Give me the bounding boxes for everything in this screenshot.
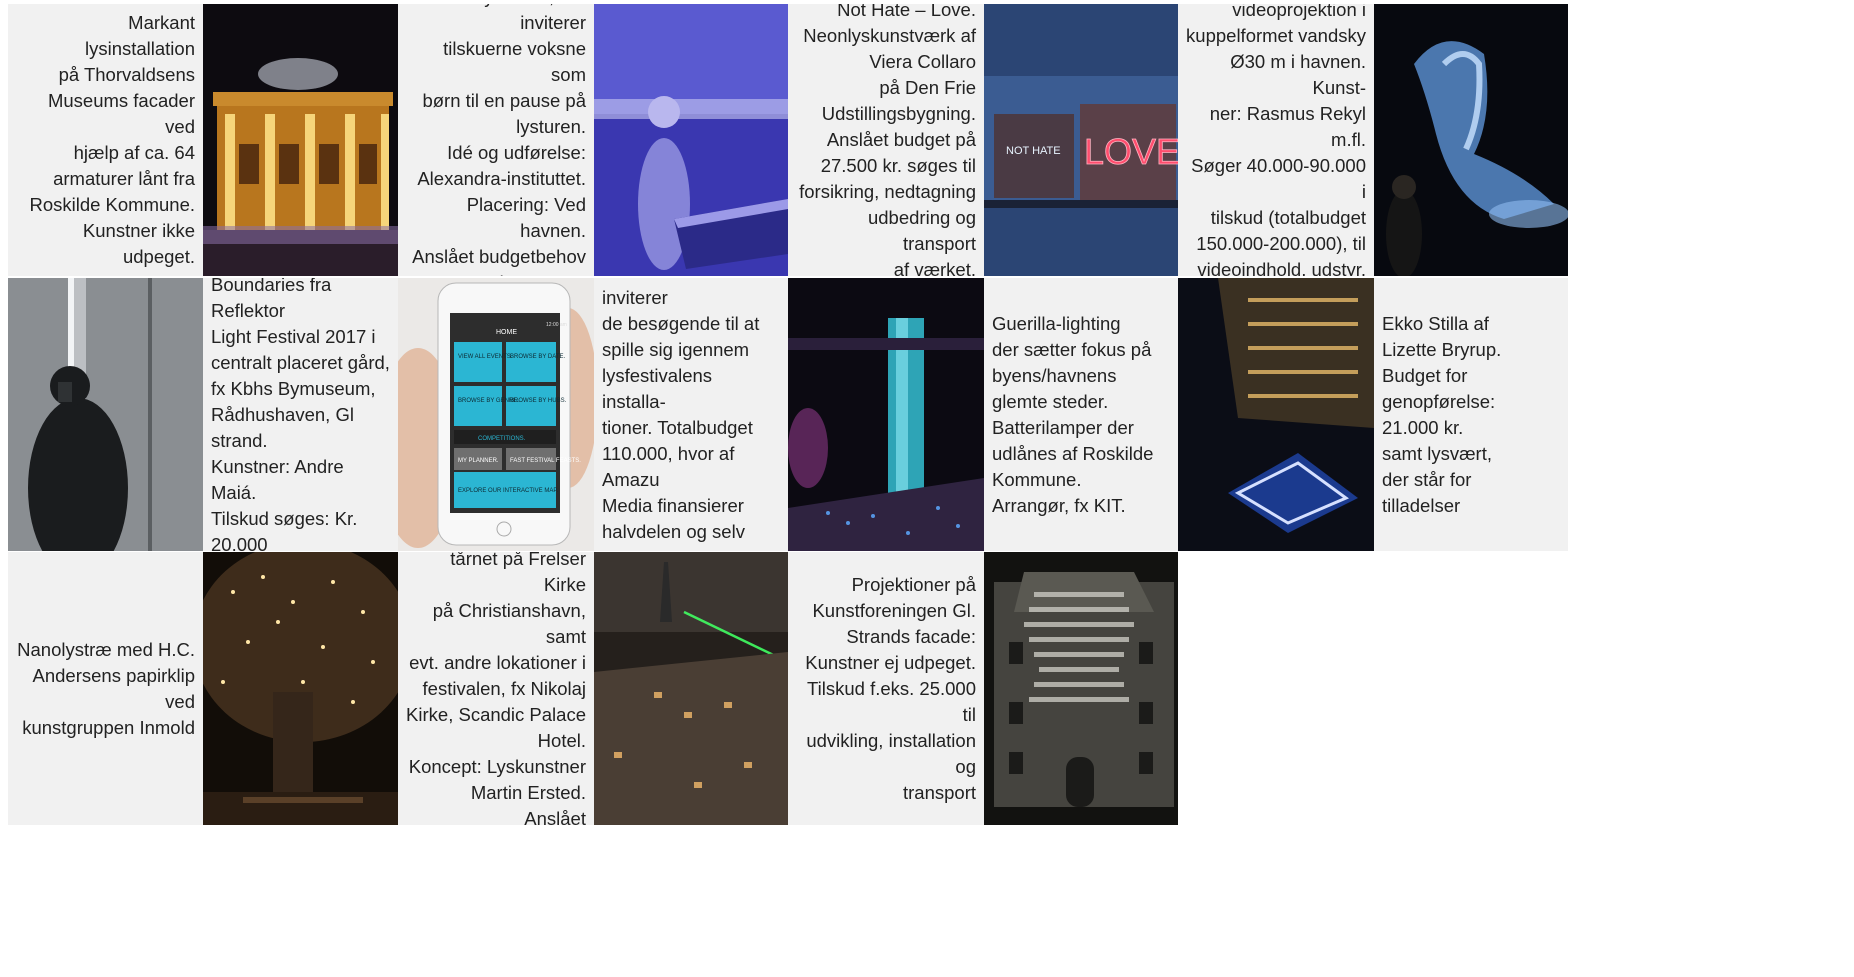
- phone-tile-8: EXPLORE OUR INTERACTIVE MAP.: [458, 488, 559, 494]
- phone-tile-2: BROWSE BY DATE.: [510, 354, 565, 360]
- description-guerilla-lighting: Guerilla-lighting der sætter fokus på by…: [984, 278, 1178, 551]
- photo-boundaries-installation: [8, 278, 203, 551]
- description-text: Lysbænk, der inviterer tilskuerne voksne…: [412, 4, 586, 276]
- description-lysbaenk: Lysbænk, der inviterer tilskuerne voksne…: [398, 4, 594, 276]
- description-boundaries: Genopførelse af Boundaries fra Reflektor…: [203, 278, 398, 551]
- description-projektioner: Projektioner på Kunstforeningen Gl. Stra…: [788, 552, 984, 825]
- photo-water-cloud-projection: [1374, 4, 1568, 276]
- description-text: Guerilla-lighting der sætter fokus på by…: [992, 312, 1154, 516]
- description-text: Nanolystræ med H.C. Andersens papirklip …: [17, 638, 195, 738]
- description-water-projection: Lys- og videoprojektion i kuppelformet v…: [1178, 4, 1374, 276]
- description-game-app: Gameapp der tæller antallet af besøgende…: [594, 278, 788, 551]
- neon-not-hate: NOT HATE: [1006, 145, 1061, 157]
- photo-laser-over-city: [594, 552, 788, 825]
- phone-time: 12:00 am: [546, 322, 567, 328]
- phone-tile-1: VIEW ALL EVENTS.: [458, 354, 513, 360]
- description-nanolystrae: Nanolystræ med H.C. Andersens papirklip …: [8, 552, 203, 825]
- phone-tile-4: BROWSE BY HUBS.: [510, 398, 567, 404]
- description-laserstraale: Laserstråle fra Tivoli til tårnet på Fre…: [398, 552, 594, 825]
- phone-tile-7: FAST FESTIVAL FEASTS.: [510, 458, 581, 464]
- photo-neon-love: NOT HATE LOVE: [984, 4, 1178, 276]
- description-text: Projektioner på Kunstforeningen Gl. Stra…: [805, 573, 976, 803]
- phone-tile-6: MY PLANNER.: [458, 458, 499, 464]
- phone-tile-5: COMPETITIONS.: [478, 436, 526, 442]
- photo-ekko-stilla: [1178, 278, 1374, 551]
- phone-header: HOME: [496, 329, 517, 336]
- description-thorvaldsen: Markant lysinstallation på Thorvaldsens …: [8, 4, 203, 276]
- photo-light-bench: [594, 4, 788, 276]
- photo-guerilla-lighting: [788, 278, 984, 551]
- description-text: Ekko Stilla af Lizette Bryrup. Budget fo…: [1382, 312, 1502, 516]
- photo-thorvaldsens-museum: [203, 4, 398, 276]
- photo-game-app-phone: 12:00 am HOME VIEW ALL EVENTS. BROWSE BY…: [398, 278, 594, 551]
- description-text: Not Hate – Love. Neonlyskunstværk af Vie…: [799, 4, 976, 276]
- photo-nanolight-tree: [203, 552, 398, 825]
- neon-love: LOVE: [1084, 131, 1178, 172]
- description-text: Markant lysinstallation på Thorvaldsens …: [29, 12, 195, 267]
- description-not-hate-love: Not Hate – Love. Neonlyskunstværk af Vie…: [788, 4, 984, 276]
- photo-facade-projection: [984, 552, 1178, 825]
- description-text: Lys- og videoprojektion i kuppelformet v…: [1186, 4, 1366, 276]
- description-text: Gameapp der tæller antallet af besøgende…: [602, 278, 760, 551]
- description-text: Laserstråle fra Tivoli til tårnet på Fre…: [406, 552, 586, 825]
- description-ekko-stilla: Ekko Stilla af Lizette Bryrup. Budget fo…: [1374, 278, 1568, 551]
- description-text: Genopførelse af Boundaries fra Reflektor…: [211, 278, 390, 551]
